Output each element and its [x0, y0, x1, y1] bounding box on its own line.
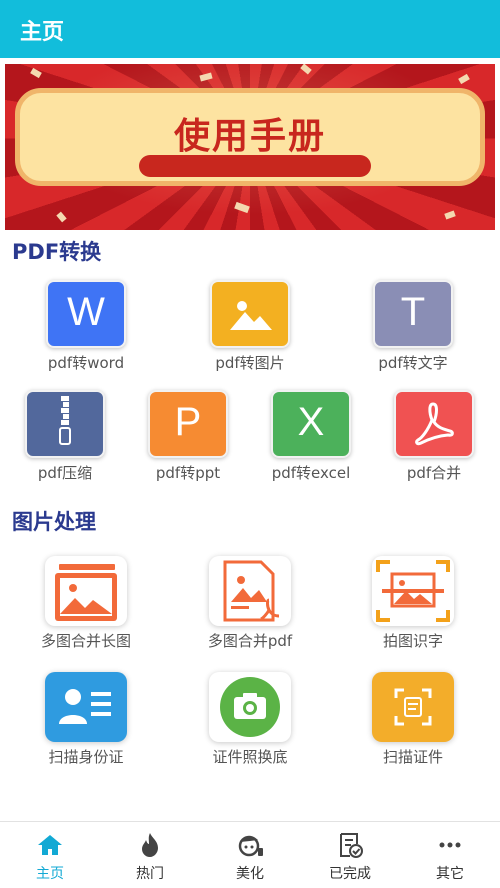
section-title-pdf: PDF转换	[12, 240, 102, 264]
bottom-navigation: 主页 热门 美化 已完成 其它	[0, 821, 500, 888]
nav-label: 其它	[436, 866, 464, 882]
camera-icon	[209, 672, 291, 742]
tool-pdf-to-image[interactable]: pdf转图片	[195, 280, 305, 373]
tool-pdf-merge[interactable]: pdf合并	[379, 390, 489, 483]
tool-label: pdf转word	[47, 354, 125, 372]
tool-label: 证件照换底	[212, 748, 288, 766]
tool-label: 扫描身份证	[48, 748, 124, 766]
text-icon: T	[373, 280, 453, 348]
nav-other[interactable]: 其它	[410, 832, 490, 883]
merge-long-image-icon	[45, 556, 127, 626]
id-card-icon	[45, 672, 127, 742]
tool-scan-text[interactable]: 拍图识字	[343, 556, 483, 651]
nav-label: 热门	[136, 866, 164, 882]
tool-pdf-to-text[interactable]: T pdf转文字	[358, 280, 468, 373]
text-glyph: T	[400, 290, 426, 334]
scan-text-icon	[372, 556, 454, 626]
banner-title: 使用手册	[173, 116, 326, 157]
page-title: 主页	[20, 20, 65, 45]
beautify-icon	[236, 832, 264, 858]
banner-ribbon	[139, 155, 371, 177]
tool-pdf-to-ppt[interactable]: P pdf转ppt	[133, 390, 243, 483]
tool-pdf-compress[interactable]: pdf压缩	[10, 390, 120, 483]
pdf-merge-icon	[394, 390, 474, 458]
excel-glyph: X	[297, 400, 325, 444]
tool-label: 拍图识字	[382, 632, 443, 650]
completed-icon	[336, 832, 364, 858]
nav-label: 已完成	[329, 866, 371, 882]
nav-beautify[interactable]: 美化	[210, 832, 290, 883]
zip-icon	[25, 390, 105, 458]
nav-hot[interactable]: 热门	[110, 832, 190, 883]
flame-icon	[136, 832, 164, 858]
manual-banner[interactable]: 使用手册	[5, 64, 495, 230]
tool-label: pdf转ppt	[155, 464, 221, 482]
tool-pdf-to-excel[interactable]: X pdf转excel	[256, 390, 366, 483]
excel-icon: X	[271, 390, 351, 458]
tool-label: pdf转图片	[215, 354, 285, 372]
tool-label: pdf压缩	[37, 464, 93, 482]
nav-home[interactable]: 主页	[10, 832, 90, 883]
ppt-glyph: P	[174, 400, 202, 444]
scan-document-icon	[372, 672, 454, 742]
tool-pdf-to-word[interactable]: W pdf转word	[31, 280, 141, 373]
tool-merge-long-image[interactable]: 多图合并长图	[16, 556, 156, 651]
tool-label: pdf转excel	[271, 464, 351, 482]
tool-label: pdf转文字	[378, 354, 448, 372]
nav-completed[interactable]: 已完成	[310, 832, 390, 883]
tool-id-photo-background[interactable]: 证件照换底	[180, 672, 320, 767]
section-title-image: 图片处理	[12, 510, 96, 534]
image-icon	[210, 280, 290, 348]
tool-scan-id-card[interactable]: 扫描身份证	[16, 672, 156, 767]
tool-merge-pdf[interactable]: 多图合并pdf	[180, 556, 320, 651]
banner-card: 使用手册	[15, 88, 485, 186]
tool-scan-document[interactable]: 扫描证件	[343, 672, 483, 767]
tool-label: 扫描证件	[382, 748, 443, 766]
ppt-icon: P	[148, 390, 228, 458]
nav-label: 主页	[36, 866, 64, 882]
word-glyph: W	[67, 290, 105, 334]
home-icon	[36, 832, 64, 858]
more-icon	[436, 832, 464, 858]
tool-label: 多图合并pdf	[207, 632, 293, 650]
word-icon: W	[46, 280, 126, 348]
nav-label: 美化	[236, 866, 264, 882]
tool-label: 多图合并长图	[40, 632, 131, 650]
tool-label: pdf合并	[406, 464, 462, 482]
merge-pdf-icon	[209, 556, 291, 626]
top-app-bar: 主页	[0, 0, 500, 58]
